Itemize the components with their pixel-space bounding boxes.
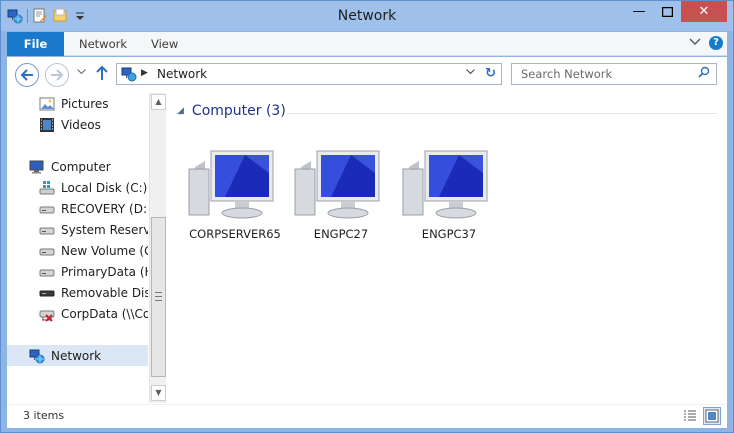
forward-button[interactable] — [45, 63, 69, 87]
sidebar-item-label: Network — [51, 348, 102, 363]
file-list: ◢ Computer (3) CORPSERVER65 ENGPC27 ENGP… — [167, 91, 727, 404]
refresh-icon[interactable]: ↻ — [485, 66, 496, 81]
breadcrumb-chevron-icon[interactable]: ▶ — [141, 68, 148, 78]
sidebar-item-network[interactable]: Network — [7, 345, 148, 366]
minimize-button[interactable]: — — [625, 1, 653, 22]
network-location-icon — [121, 66, 137, 85]
tab-view[interactable]: View — [137, 32, 192, 56]
computer-monitor-icon — [402, 150, 488, 219]
sidebar-item-label: CorpData (\\Corp — [61, 306, 148, 321]
properties-icon[interactable] — [32, 8, 48, 24]
quick-access-toolbar — [7, 7, 88, 25]
navigation-bar: ▶ Network ↻ — [7, 57, 727, 91]
drive-icon — [39, 201, 55, 217]
up-arrow-icon — [96, 65, 108, 80]
details-view-button[interactable] — [681, 407, 699, 425]
sidebar-item-recovery-d[interactable]: RECOVERY (D:) — [7, 198, 148, 219]
sidebar-item-label: New Volume (G:) — [61, 243, 148, 258]
maximize-button[interactable] — [653, 1, 681, 22]
window-controls: — ✕ — [625, 1, 727, 22]
computer-icon — [29, 159, 45, 175]
ribbon-tabs: File Network View ? — [7, 32, 727, 56]
navigation-pane: Pictures Videos Computer Local Disk (C:) — [7, 91, 148, 404]
sidebar-item-local-disk-c[interactable]: Local Disk (C:) — [7, 177, 148, 198]
computer-label: CORPSERVER65 — [189, 227, 281, 241]
scroll-down-button[interactable]: ▼ — [151, 385, 166, 401]
computer-item[interactable]: ENGPC37 — [399, 145, 499, 245]
removable-drive-icon — [39, 285, 55, 301]
drive-icon — [39, 243, 55, 259]
navigation-pane-scrollbar[interactable]: ▲ ▼ — [149, 93, 166, 403]
network-app-icon[interactable] — [7, 8, 23, 24]
view-switcher — [681, 407, 721, 425]
address-location-text[interactable]: Network — [157, 67, 207, 81]
disconnected-network-drive-icon — [39, 306, 55, 322]
sidebar-item-videos[interactable]: Videos — [7, 114, 148, 135]
sidebar-item-corpdata[interactable]: CorpData (\\Corp — [7, 303, 148, 324]
computer-label: ENGPC37 — [421, 227, 477, 241]
expand-ribbon-icon[interactable] — [689, 36, 701, 50]
item-count: 3 items — [23, 409, 65, 422]
sidebar-item-label: Computer — [51, 159, 111, 174]
scroll-thumb[interactable] — [151, 217, 166, 377]
sidebar-item-label: System Reserved — [61, 222, 148, 237]
tab-file[interactable]: File — [7, 32, 64, 56]
status-bar: 3 items — [7, 404, 727, 428]
forward-arrow-icon — [51, 69, 64, 81]
pictures-icon — [39, 96, 55, 112]
computer-monitor-icon — [188, 150, 274, 219]
ribbon-right-controls: ? — [689, 36, 723, 50]
scroll-up-button[interactable]: ▲ — [151, 94, 166, 110]
up-button[interactable] — [95, 65, 109, 85]
scroll-grip-icon — [155, 292, 162, 301]
collapse-group-icon[interactable]: ◢ — [177, 106, 184, 116]
group-header-computer[interactable]: ◢ Computer (3) — [177, 103, 286, 119]
sidebar-item-system-reserved[interactable]: System Reserved — [7, 219, 148, 240]
sidebar-item-new-volume-g[interactable]: New Volume (G:) — [7, 240, 148, 261]
toolbar-separator — [27, 9, 28, 23]
sidebar-item-label: Removable Disk ( — [61, 285, 148, 300]
explorer-window: Network — ✕ File Network View ? ▶ Networ… — [0, 0, 734, 433]
sidebar-item-pictures[interactable]: Pictures — [7, 93, 148, 114]
drive-icon — [39, 222, 55, 238]
sidebar-item-removable-disk[interactable]: Removable Disk ( — [7, 282, 148, 303]
search-icon[interactable] — [698, 66, 710, 82]
computer-item[interactable]: CORPSERVER65 — [185, 145, 285, 245]
computer-monitor-icon — [294, 150, 380, 219]
large-icons-view-icon — [705, 409, 719, 423]
sidebar-item-label: Pictures — [61, 96, 109, 111]
address-history-dropdown-icon[interactable] — [466, 68, 475, 78]
content-area: Pictures Videos Computer Local Disk (C:) — [7, 91, 727, 404]
customize-toolbar-icon[interactable] — [72, 8, 88, 24]
help-icon[interactable]: ? — [709, 36, 723, 50]
drive-icon — [39, 264, 55, 280]
new-folder-icon[interactable] — [52, 8, 68, 24]
sidebar-item-label: Local Disk (C:) — [61, 180, 148, 195]
windows-drive-icon — [39, 180, 55, 196]
videos-icon — [39, 117, 55, 133]
sidebar-item-label: RECOVERY (D:) — [61, 201, 148, 216]
back-button[interactable] — [15, 63, 39, 87]
group-divider — [287, 113, 717, 114]
window-title: Network — [337, 8, 397, 24]
title-bar[interactable]: Network — ✕ — [1, 1, 733, 31]
details-view-icon — [684, 410, 696, 421]
sidebar-item-computer[interactable]: Computer — [7, 156, 148, 177]
network-icon — [29, 348, 45, 364]
recent-locations-dropdown[interactable] — [77, 68, 86, 78]
back-arrow-icon — [20, 69, 33, 81]
computer-label: ENGPC27 — [313, 227, 369, 241]
address-bar[interactable]: ▶ Network ↻ — [116, 63, 502, 85]
maximize-icon — [661, 6, 673, 17]
sidebar-item-label: PrimaryData (H:) — [61, 264, 148, 279]
sidebar-item-primarydata-h[interactable]: PrimaryData (H:) — [7, 261, 148, 282]
sidebar-item-label: Videos — [61, 117, 101, 132]
search-box[interactable] — [511, 63, 717, 85]
large-icons-view-button[interactable] — [703, 407, 721, 425]
close-button[interactable]: ✕ — [681, 1, 727, 22]
search-input[interactable] — [512, 64, 688, 84]
tab-network[interactable]: Network — [65, 32, 141, 56]
group-header-label: Computer (3) — [191, 103, 286, 119]
computer-item[interactable]: ENGPC27 — [291, 145, 391, 245]
